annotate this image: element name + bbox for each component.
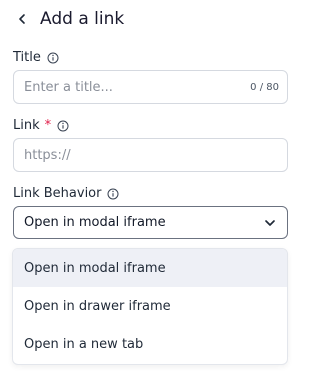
title-char-counter: 0 / 80 [250, 81, 279, 93]
option-open-in-new-tab[interactable]: Open in a new tab [13, 325, 287, 363]
link-field [13, 138, 288, 172]
info-icon[interactable] [47, 52, 59, 64]
link-input[interactable] [14, 147, 287, 163]
select-value: Open in modal iframe [24, 215, 166, 230]
chevron-left-icon [19, 14, 25, 24]
title-label: Title [13, 50, 41, 65]
header: Add a link [12, 6, 124, 32]
option-open-in-modal-iframe[interactable]: Open in modal iframe [13, 249, 287, 287]
option-open-in-drawer-iframe[interactable]: Open in drawer iframe [13, 287, 287, 325]
link-behavior-dropdown-menu: Open in modal iframe Open in drawer ifra… [12, 248, 288, 365]
chevron-down-icon [263, 216, 277, 230]
title-input[interactable] [14, 79, 251, 95]
required-indicator: * [44, 118, 52, 133]
link-label-row: Link * [13, 118, 69, 133]
title-field: 0 / 80 [13, 70, 288, 104]
info-icon[interactable] [57, 120, 69, 132]
info-icon[interactable] [107, 188, 119, 200]
link-behavior-select[interactable]: Open in modal iframe [13, 206, 288, 239]
link-label: Link [13, 118, 40, 133]
title-label-row: Title [13, 50, 59, 65]
link-behavior-label: Link Behavior [13, 186, 102, 201]
back-button[interactable] [12, 9, 32, 29]
page-title: Add a link [40, 9, 125, 29]
behavior-label-row: Link Behavior [13, 186, 119, 201]
